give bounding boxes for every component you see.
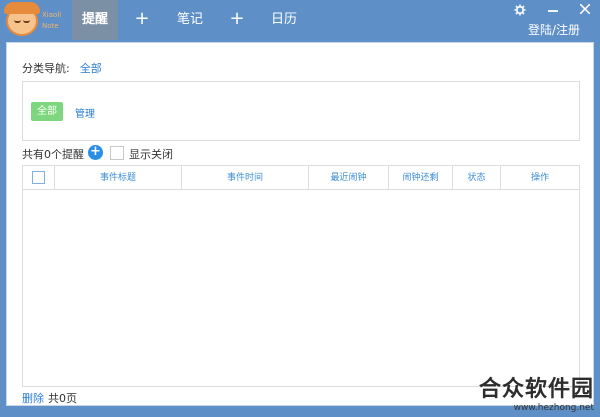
- reminder-count: 共有0个提醒: [22, 148, 84, 161]
- category-all-link[interactable]: 全部: [80, 62, 102, 75]
- column-header-status: 状态: [453, 166, 501, 190]
- close-icon[interactable]: [578, 3, 592, 18]
- column-header-time: 事件时间: [182, 166, 309, 190]
- select-all-checkbox[interactable]: [32, 171, 45, 184]
- logo-text-bottom: Note: [42, 22, 59, 30]
- manage-link[interactable]: 管理: [75, 105, 95, 120]
- add-notes-tab-button[interactable]: +: [225, 0, 249, 40]
- title-bar: Xiaoli Note 提醒 + 笔记 + 日历 登陆/注册: [0, 0, 600, 40]
- column-header-alarm-remaining: 闹钟还剩: [389, 166, 453, 190]
- page-count: 共0页: [48, 392, 77, 405]
- add-reminder-icon[interactable]: +: [88, 145, 103, 160]
- select-all-cell: [23, 166, 55, 190]
- tab-reminder[interactable]: 提醒: [72, 0, 118, 40]
- table-footer: 删除 共0页: [22, 390, 77, 406]
- column-header-title: 事件标题: [55, 166, 182, 190]
- reminder-table: 事件标题 事件时间 最近闹钟 闹钟还剩 状态 操作: [22, 165, 580, 387]
- category-nav-label: 分类导航:: [22, 62, 70, 75]
- add-reminder-tab-button[interactable]: +: [130, 0, 154, 40]
- watermark-title: 合众软件园: [478, 377, 594, 402]
- column-header-next-alarm: 最近闹钟: [309, 166, 389, 190]
- main-panel: 分类导航: 全部 全部 管理 共有0个提醒 + 显示关闭 事件标题 事件时间 最近…: [6, 42, 594, 406]
- login-register-link[interactable]: 登陆/注册: [528, 21, 580, 38]
- minimize-icon[interactable]: [546, 3, 560, 19]
- category-nav: 分类导航: 全部: [22, 60, 102, 76]
- watermark: 合众软件园 www.hezhong.net: [479, 371, 594, 413]
- category-filter-box: 全部 管理: [22, 81, 580, 141]
- logo-hair-icon: [4, 2, 40, 14]
- show-closed-label: 显示关闭: [129, 148, 173, 161]
- watermark-url: www.hezhong.net: [513, 403, 594, 413]
- table-header: 事件标题 事件时间 最近闹钟 闹钟还剩 状态 操作: [23, 166, 579, 190]
- gear-icon[interactable]: [513, 4, 527, 20]
- app-logo: Xiaoli Note: [4, 2, 70, 38]
- tab-notes[interactable]: 笔记: [170, 0, 210, 40]
- column-header-actions: 操作: [530, 173, 549, 183]
- logo-text-top: Xiaoli: [42, 11, 62, 19]
- show-closed-checkbox[interactable]: [110, 146, 124, 160]
- filter-all-button[interactable]: 全部: [31, 102, 63, 121]
- tab-calendar[interactable]: 日历: [264, 0, 304, 40]
- delete-link[interactable]: 删除: [22, 392, 44, 405]
